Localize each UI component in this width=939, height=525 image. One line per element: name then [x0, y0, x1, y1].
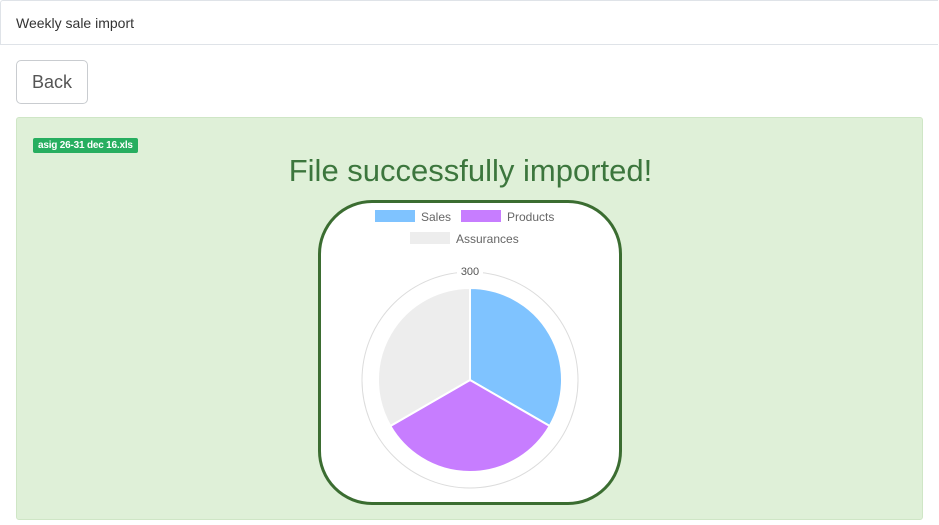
success-message: File successfully imported! [288, 153, 653, 188]
scale-tick-label: 300 [461, 266, 479, 278]
legend-swatch-products[interactable] [461, 210, 501, 222]
file-name-badge: asig 26-31 dec 16.xls [33, 138, 138, 153]
chart-container: Sales Products Assurances 300 [318, 200, 622, 505]
legend-swatch-sales[interactable] [375, 210, 415, 222]
legend-label-sales[interactable]: Sales [421, 210, 451, 224]
legend-label-assurances[interactable]: Assurances [456, 232, 519, 246]
legend-label-products[interactable]: Products [507, 210, 554, 224]
import-result-panel: asig 26-31 dec 16.xls File successfully … [16, 117, 923, 520]
page-title: Weekly sale import [16, 15, 135, 31]
pie-chart: Sales Products Assurances 300 [361, 210, 579, 489]
back-button[interactable]: Back [16, 60, 88, 104]
legend-swatch-assurances[interactable] [410, 232, 450, 244]
page-header: Weekly sale import [0, 0, 938, 45]
